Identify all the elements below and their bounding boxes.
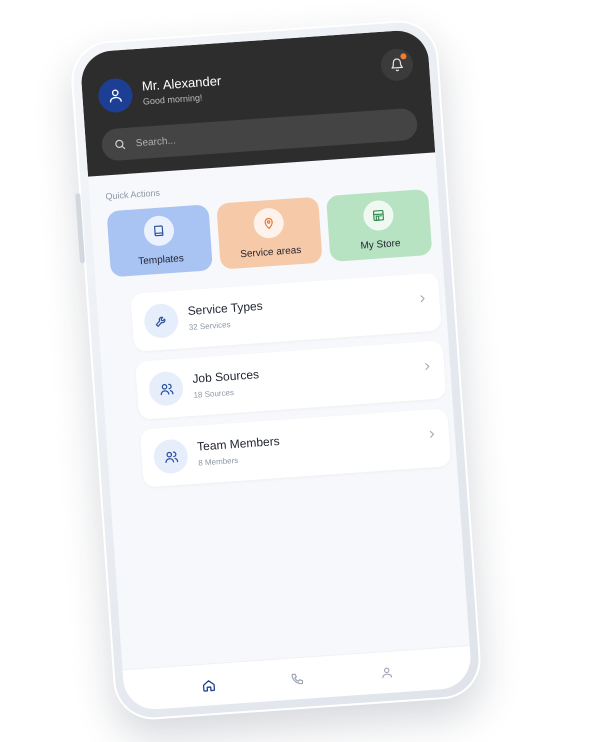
- quick-action-label: Service areas: [239, 244, 302, 261]
- phone-side-button: [75, 193, 86, 264]
- nav-phone-button[interactable]: [282, 663, 314, 695]
- list-item-subtitle: 18 Sources: [193, 388, 235, 400]
- quick-action-my-store[interactable]: My Store: [325, 188, 433, 262]
- list-item-service-types[interactable]: Service Types 32 Services: [130, 272, 442, 352]
- quick-action-icon-circle: [252, 207, 285, 240]
- avatar[interactable]: [97, 77, 134, 114]
- list-item-subtitle: 8 Members: [197, 455, 239, 468]
- greeting-text: Good morning!: [142, 92, 203, 107]
- wrench-icon: [155, 316, 166, 327]
- search-bar[interactable]: [100, 107, 419, 162]
- list-item-job-sources[interactable]: Job Sources 18 Sources: [135, 340, 447, 420]
- list-item-icon: [152, 438, 189, 475]
- chevron-right-icon: [425, 363, 430, 370]
- notification-dot: [400, 53, 407, 60]
- user-name: Mr. Alexander: [141, 73, 222, 94]
- profile-icon: [382, 667, 392, 679]
- list-item-title: Service Types: [187, 298, 264, 319]
- list-item-team-members[interactable]: Team Members 8 Members: [139, 408, 452, 488]
- quick-action-icon-circle: [142, 214, 176, 247]
- quick-action-icon-circle: [362, 199, 395, 232]
- quick-action-service-areas[interactable]: Service areas: [216, 196, 323, 270]
- bell-icon: [391, 58, 404, 72]
- phone-frame: Mr. Alexander Good morning! Search... Qu…: [68, 17, 484, 723]
- app-screen: Mr. Alexander Good morning! Search... Qu…: [79, 28, 473, 712]
- store-icon: [372, 209, 384, 222]
- bottom-navigation: [122, 645, 473, 712]
- app-header: Mr. Alexander Good morning!: [79, 28, 436, 177]
- map-pin-icon: [264, 217, 273, 229]
- users-icon: [160, 383, 173, 395]
- quick-actions-title: Quick Actions: [105, 187, 161, 202]
- stage: Mr. Alexander Good morning! Search... Qu…: [0, 0, 594, 742]
- nav-home-button[interactable]: [192, 669, 224, 701]
- home-icon: [202, 679, 215, 692]
- book-icon: [154, 225, 164, 237]
- list-item-subtitle: 32 Services: [188, 320, 231, 332]
- chevron-right-icon: [429, 430, 435, 438]
- quick-action-label: Templates: [137, 253, 185, 268]
- list-item-title: Team Members: [196, 433, 281, 454]
- settings-list: Service Types 32 Services Job Sources 18…: [130, 272, 452, 497]
- phone-icon: [291, 673, 304, 684]
- nav-profile-button[interactable]: [371, 657, 403, 689]
- quick-action-templates[interactable]: Templates: [106, 204, 213, 278]
- list-item-icon: [143, 302, 180, 340]
- search-icon: [115, 139, 126, 150]
- chevron-right-icon: [420, 295, 425, 303]
- notifications-button[interactable]: [379, 47, 415, 82]
- users-icon: [164, 451, 178, 463]
- list-item-title: Job Sources: [191, 367, 260, 386]
- quick-action-label: My Store: [360, 238, 401, 252]
- list-item-icon: [147, 370, 185, 407]
- quick-actions-row: Templates Service areas My Store: [106, 188, 433, 278]
- search-input[interactable]: [133, 122, 338, 150]
- user-icon: [109, 89, 122, 103]
